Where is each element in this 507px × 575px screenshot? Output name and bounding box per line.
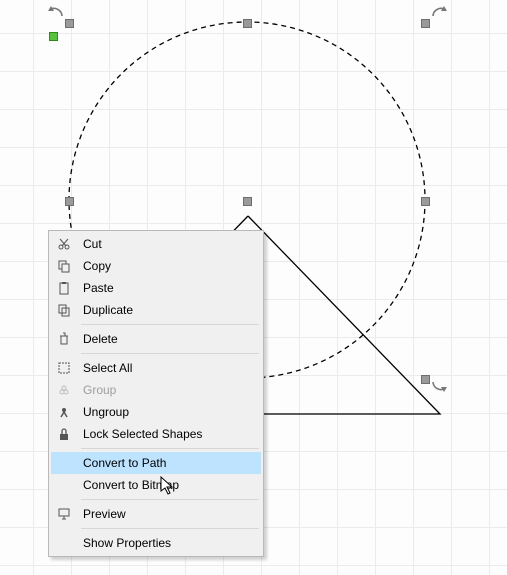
- context-menu: Cut Copy Paste Duplicate Delete Select A…: [48, 230, 264, 557]
- menu-item-select-all[interactable]: Select All: [51, 357, 261, 379]
- menu-separator: [81, 528, 259, 529]
- menu-item-group: Group: [51, 379, 261, 401]
- menu-item-delete[interactable]: Delete: [51, 328, 261, 350]
- menu-item-preview[interactable]: Preview: [51, 503, 261, 525]
- menu-separator: [81, 448, 259, 449]
- monitor-icon: [51, 507, 77, 521]
- menu-item-paste[interactable]: Paste: [51, 277, 261, 299]
- menu-separator: [81, 353, 259, 354]
- selection-handle[interactable]: [65, 19, 74, 28]
- selection-handle[interactable]: [65, 197, 74, 206]
- menu-label: Select All: [77, 361, 132, 375]
- copy-icon: [51, 259, 77, 273]
- rotation-handle[interactable]: [45, 6, 65, 26]
- menu-label: Show Properties: [77, 536, 171, 550]
- trash-icon: [51, 332, 77, 346]
- menu-label: Group: [77, 383, 116, 397]
- menu-label: Preview: [77, 507, 126, 521]
- selection-handle[interactable]: [421, 197, 430, 206]
- menu-item-duplicate[interactable]: Duplicate: [51, 299, 261, 321]
- menu-item-ungroup[interactable]: Ungroup: [51, 401, 261, 423]
- menu-label: Delete: [77, 332, 118, 346]
- duplicate-icon: [51, 303, 77, 317]
- menu-label: Convert to Path: [77, 456, 166, 470]
- menu-separator: [81, 324, 259, 325]
- selection-handle[interactable]: [243, 197, 252, 206]
- rotation-handle[interactable]: [430, 6, 450, 26]
- menu-label: Cut: [77, 237, 102, 251]
- drawing-canvas[interactable]: Cut Copy Paste Duplicate Delete Select A…: [0, 0, 507, 575]
- paste-icon: [51, 281, 77, 295]
- menu-label: Ungroup: [77, 405, 129, 419]
- menu-item-lock[interactable]: Lock Selected Shapes: [51, 423, 261, 445]
- menu-item-cut[interactable]: Cut: [51, 233, 261, 255]
- scissors-icon: [51, 237, 77, 251]
- menu-item-convert-to-bitmap[interactable]: Convert to Bitmap: [51, 474, 261, 496]
- menu-separator: [81, 499, 259, 500]
- menu-label: Paste: [77, 281, 114, 295]
- menu-item-copy[interactable]: Copy: [51, 255, 261, 277]
- menu-label: Copy: [77, 259, 111, 273]
- group-icon: [51, 383, 77, 397]
- selection-handle[interactable]: [421, 375, 430, 384]
- menu-label: Duplicate: [77, 303, 133, 317]
- origin-marker[interactable]: [49, 32, 58, 41]
- menu-item-show-properties[interactable]: Show Properties: [51, 532, 261, 554]
- menu-item-convert-to-path[interactable]: Convert to Path: [51, 452, 261, 474]
- selection-handle[interactable]: [243, 19, 252, 28]
- selection-handle[interactable]: [421, 19, 430, 28]
- ungroup-icon: [51, 405, 77, 419]
- select-all-icon: [51, 361, 77, 375]
- mouse-cursor: [160, 476, 176, 496]
- rotation-handle[interactable]: [430, 372, 450, 392]
- menu-label: Lock Selected Shapes: [77, 427, 202, 441]
- lock-icon: [51, 427, 77, 441]
